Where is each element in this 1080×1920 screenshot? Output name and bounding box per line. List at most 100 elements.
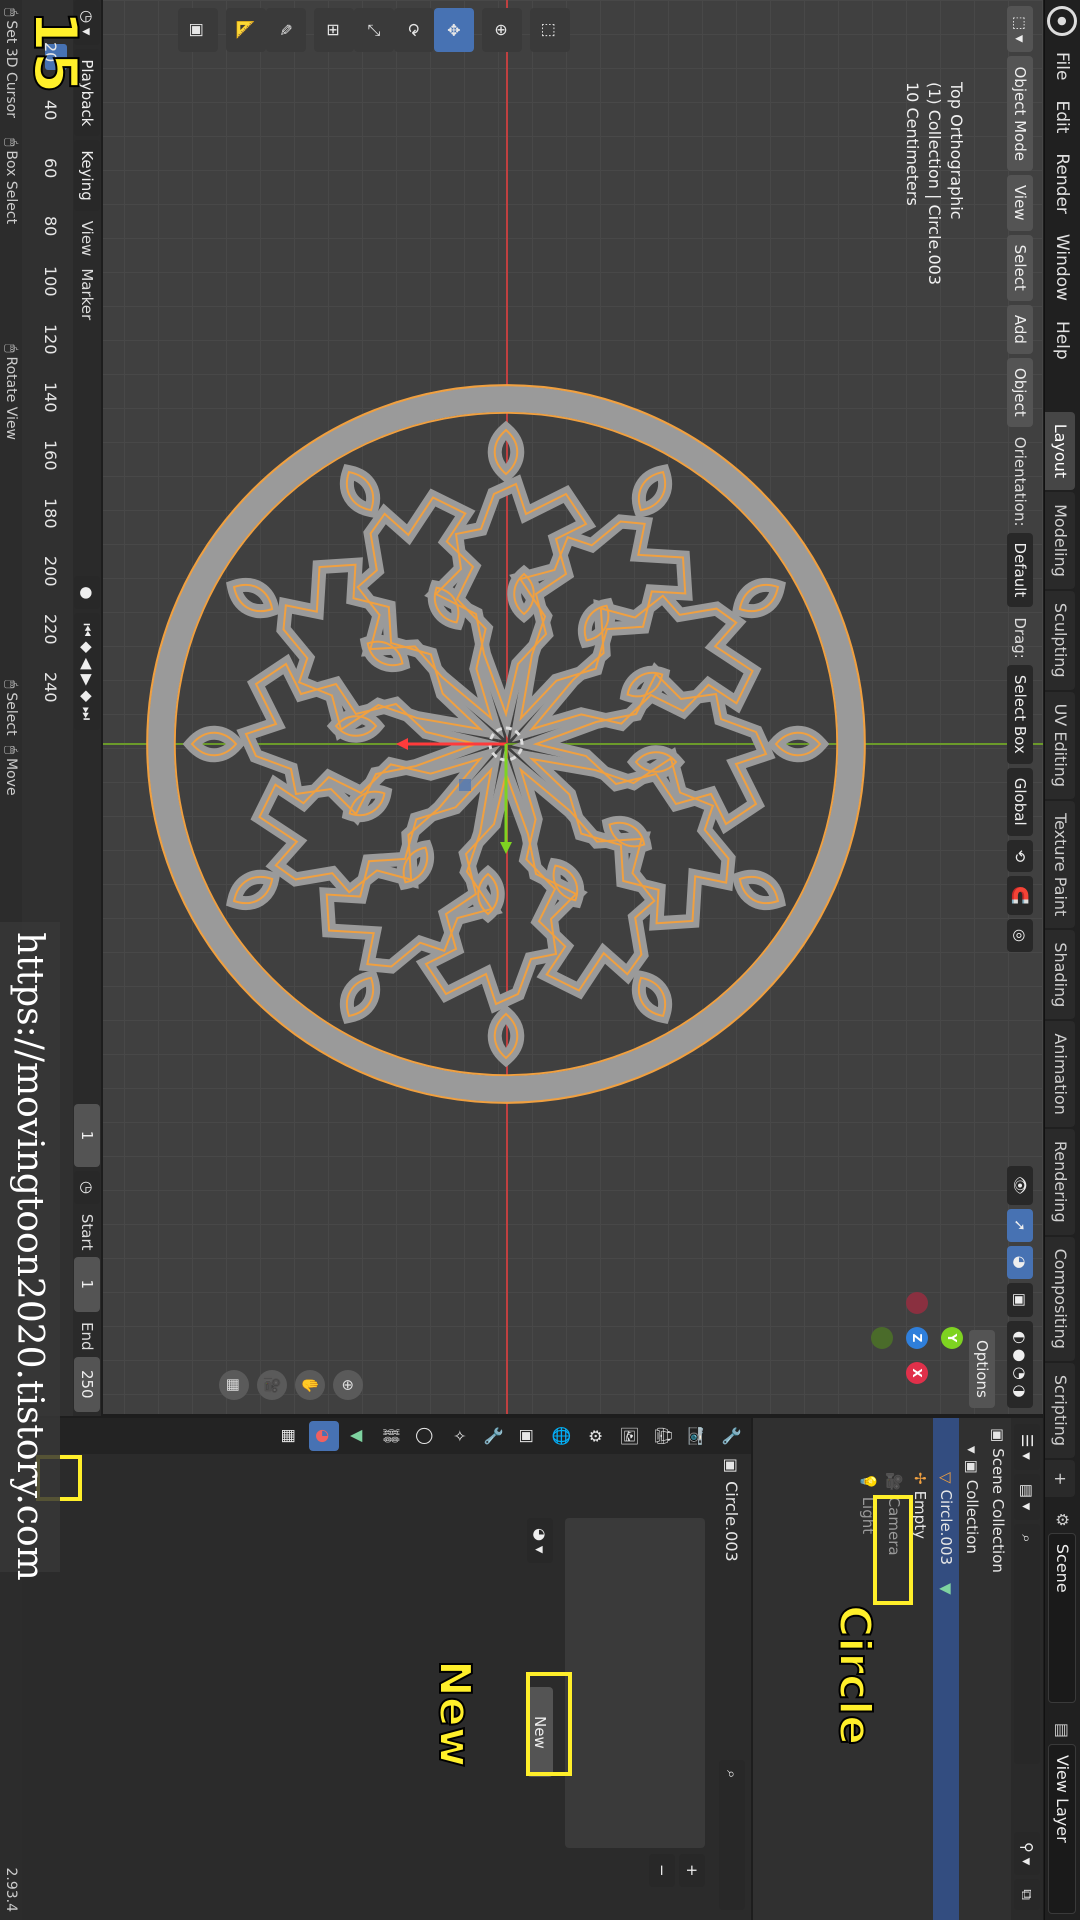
physics-tab-icon[interactable]: ◯ [411,1421,441,1451]
scene-selector[interactable]: Scene [1048,1532,1077,1703]
object-tab-icon[interactable]: ▣ [513,1421,543,1451]
select-tool-icon[interactable]: ⬚ [530,8,570,52]
keying-menu[interactable]: Keying [74,140,100,211]
output-tab-icon[interactable]: 🖨 [649,1421,679,1451]
filter-icon[interactable]: ⚲ ▾ [1014,1831,1040,1876]
timeline-view-menu[interactable]: View [78,221,96,257]
material-tab-icon[interactable]: ◕ [309,1421,339,1451]
cursor-tool-icon[interactable]: ⊕ [482,8,522,52]
tab-sculpting[interactable]: Sculpting [1045,590,1075,690]
editor-type-button[interactable]: ⬚ ▾ [1007,6,1033,53]
tab-texture-paint[interactable]: Texture Paint [1045,801,1075,929]
blender-logo-icon[interactable]: ● [1047,6,1078,36]
gizmo-toggle-icon[interactable]: ➚ [1007,1209,1033,1242]
view-menu[interactable]: View [1007,174,1033,231]
pivot-icon[interactable]: ⟲ [1007,839,1033,873]
outliner-row-circle[interactable]: ▽ Circle.003 ▼ [933,1418,959,1920]
visibility-icon[interactable]: 👁 [1007,1165,1033,1206]
material-slot-list[interactable] [565,1518,705,1848]
tab-shading[interactable]: Shading [1045,930,1075,1020]
tab-rendering[interactable]: Rendering [1045,1128,1075,1235]
properties-search-icon[interactable]: ⌕ [719,1760,745,1910]
gizmo-neg-x-icon[interactable] [906,1292,928,1314]
end-frame-field[interactable]: 250 [74,1356,100,1412]
view-layer-tab-icon[interactable]: 🖼 [615,1421,645,1451]
world-tab-icon[interactable]: 🌐 [547,1421,577,1451]
add-cube-tool-icon[interactable]: ▣ [178,8,218,52]
remove-slot-button[interactable]: − [649,1854,675,1887]
orientation-selector[interactable]: Default [1007,532,1033,608]
scale-tool-icon[interactable]: ⤢ [354,8,394,52]
snap-icon[interactable]: 🧲 [1007,876,1033,915]
tab-animation[interactable]: Animation [1045,1021,1075,1127]
measure-tool-icon[interactable]: 📐 [226,8,266,52]
camera-view-icon[interactable]: 🎥 [257,1370,287,1400]
browse-material-icon[interactable]: ◕ ▾ [527,1518,553,1564]
pan-icon[interactable]: ✋ [295,1370,325,1400]
3d-viewport[interactable]: ⬚ ▾ Object Mode View Select Add Object O… [103,0,1043,1416]
rotate-tool-icon[interactable]: ⟳ [394,8,434,52]
expand-arrow-icon[interactable]: ▾ [963,1446,981,1454]
options-button[interactable]: Options [969,1330,995,1408]
current-frame-field[interactable]: 1 [74,1104,100,1167]
preview-range-icon[interactable]: ◷ [74,1170,100,1204]
data-tab-icon[interactable]: ▼ [343,1421,373,1451]
navigation-gizmo[interactable]: Z Y X [869,1290,965,1386]
menu-file[interactable]: File [1049,42,1077,90]
shading-mode-icon[interactable]: ◐ ● ◔ ◑ [1007,1320,1033,1408]
scene-tab-icon[interactable]: ⚙ [581,1421,611,1451]
gizmo-z-icon[interactable]: Z [906,1327,928,1349]
outliner-row-empty[interactable]: ✢ Empty [907,1418,933,1920]
transform-orientation-selector[interactable]: Global [1007,767,1033,836]
add-workspace-button[interactable]: + [1045,1460,1075,1498]
search-icon[interactable]: ⌕ [1014,1524,1040,1765]
display-mode-icon[interactable]: ▤ ▾ [1014,1473,1040,1521]
circle-mandala-object[interactable] [146,384,866,1104]
outliner[interactable]: ☰ ▾ ▤ ▾ ⌕ ⚲ ▾ ⧉ ▣ Scene Collection ▾ ▣ C… [753,1418,1043,1920]
view-layer-selector[interactable]: View Layer [1048,1744,1077,1914]
tab-compositing[interactable]: Compositing [1045,1236,1075,1361]
new-collection-icon[interactable]: ⧉ [1014,1879,1040,1910]
start-frame-field[interactable]: 1 [74,1256,100,1313]
record-button[interactable]: ● [74,576,100,610]
menu-edit[interactable]: Edit [1049,90,1077,143]
mode-selector[interactable]: Object Mode [1007,56,1033,171]
move-tool-icon[interactable]: ✥ [434,8,474,52]
menu-render[interactable]: Render [1049,143,1077,224]
properties-editor[interactable]: 🔧 📷 🖨 🖼 ⚙ 🌐 ▣ 🔧 ✧ ◯ ⛓ ▼ ◕ ▦ ▣ Circle.003… [22,1418,751,1920]
menu-help[interactable]: Help [1049,311,1077,370]
xray-icon[interactable]: ▣ [1007,1282,1033,1317]
annotate-tool-icon[interactable]: ✎ [266,8,306,52]
timeline-marker-menu[interactable]: Marker [78,268,96,320]
tab-modeling[interactable]: Modeling [1045,492,1075,589]
drag-selector[interactable]: Select Box [1007,664,1033,764]
tab-scripting[interactable]: Scripting [1045,1362,1075,1459]
object-menu[interactable]: Object [1007,357,1033,427]
select-menu[interactable]: Select [1007,234,1033,301]
zoom-icon[interactable]: ⊕ [333,1370,363,1400]
outliner-row-collection[interactable]: ▾ ▣ Collection [959,1418,985,1920]
menu-window[interactable]: Window [1049,224,1077,311]
gizmo-x-icon[interactable]: X [906,1362,928,1384]
outliner-row-scene-collection[interactable]: ▣ Scene Collection [985,1418,1011,1920]
transform-tool-icon[interactable]: ⊞ [314,8,354,52]
highlight-box-new-button [526,1672,572,1776]
add-menu[interactable]: Add [1007,304,1033,354]
gizmo-y-icon[interactable]: Y [941,1327,963,1349]
tab-uv-editing[interactable]: UV Editing [1045,691,1075,800]
tool-tab-icon[interactable]: 🔧 [717,1421,747,1451]
ortho-toggle-icon[interactable]: ▦ [219,1370,249,1400]
proportional-edit-icon[interactable]: ◎ [1007,918,1033,952]
render-tab-icon[interactable]: 📷 [683,1421,713,1451]
particles-tab-icon[interactable]: ✧ [445,1421,475,1451]
overlay-toggle-icon[interactable]: ◕ [1007,1245,1033,1279]
outliner-editor-icon[interactable]: ☰ ▾ [1014,1424,1040,1470]
tab-layout[interactable]: Layout [1045,411,1075,491]
outliner-row-camera[interactable]: 🎥 Camera [881,1418,907,1920]
add-slot-button[interactable]: + [679,1854,705,1887]
playback-controls[interactable]: ⏮ ◆ ◀ ▶ ◆ ⏭ [74,613,100,731]
gizmo-neg-y-icon[interactable] [871,1327,893,1349]
texture-tab-icon[interactable]: ▦ [275,1421,305,1451]
constraints-tab-icon[interactable]: ⛓ [377,1421,407,1451]
modifier-tab-icon[interactable]: 🔧 [479,1421,509,1451]
